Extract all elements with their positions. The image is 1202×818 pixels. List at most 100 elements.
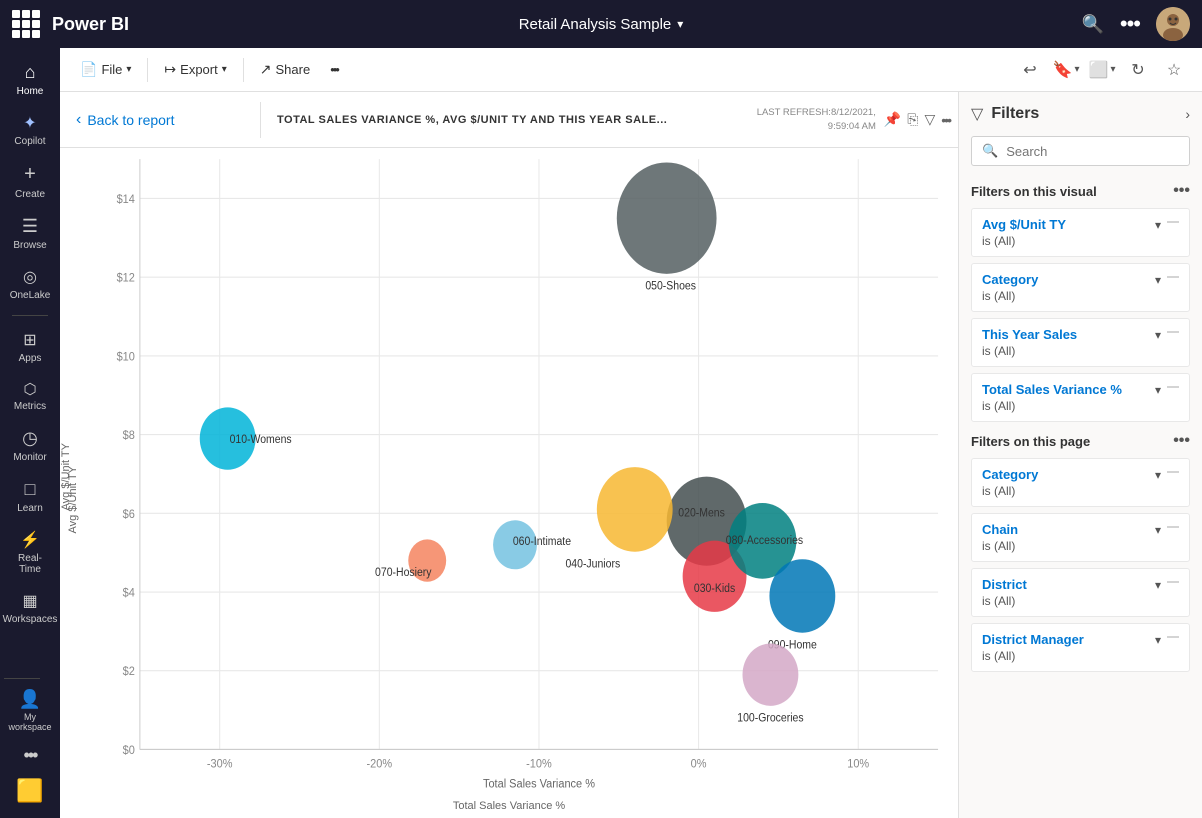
toolbar-right: ↩ 🔖▾ ⬜▾ ↻ ☆ [1014, 54, 1190, 86]
filter-chevron-icon[interactable]: ▾ [1155, 383, 1161, 397]
svg-text:0%: 0% [691, 757, 707, 771]
sidebar-item-workspaces[interactable]: ▦ Workspaces [4, 585, 56, 631]
more-visual-icon[interactable]: ••• [941, 112, 950, 128]
filter-clear-icon[interactable]: ⎻ [1167, 217, 1179, 232]
bubble-050-Shoes[interactable] [617, 162, 717, 273]
sidebar-item-metrics-label: Metrics [14, 401, 46, 412]
filter-chevron-icon[interactable]: ▾ [1155, 468, 1161, 482]
svg-text:Total Sales Variance %: Total Sales Variance % [483, 777, 595, 791]
filter-item-chain[interactable]: Chain ▾ ⎻ is (All) [971, 513, 1190, 562]
bookmark-button[interactable]: 🔖▾ [1050, 54, 1082, 86]
filter-chevron-icon[interactable]: ▾ [1155, 218, 1161, 232]
sidebar-item-realtime[interactable]: ⚡ Real-Time [4, 524, 56, 581]
bubble-chart-svg: -30%-20%-10%0%10%$0$2$4$6$8$10$12$14010-… [90, 148, 958, 794]
copy-icon[interactable]: ⎘ [907, 111, 918, 128]
filter-icon[interactable]: ▽ [925, 111, 936, 128]
sidebar-item-browse[interactable]: ☰ Browse [4, 210, 56, 257]
filter-clear-icon[interactable]: ⎻ [1167, 327, 1179, 342]
share-button[interactable]: ↗ Share [252, 56, 318, 83]
visual-filters-more-icon[interactable]: ••• [1173, 182, 1190, 200]
svg-text:$14: $14 [117, 192, 136, 206]
filters-search-icon: 🔍 [982, 143, 998, 159]
filter-item-category[interactable]: Category ▾ ⎻ is (All) [971, 458, 1190, 507]
file-chevron-icon: ▾ [126, 64, 131, 75]
top-nav: Power BI Retail Analysis Sample ▾ 🔍 ••• [0, 0, 1202, 48]
filter-clear-icon[interactable]: ⎻ [1167, 382, 1179, 397]
sidebar-item-metrics[interactable]: ⬡ Metrics [4, 374, 56, 418]
svg-text:$2: $2 [123, 665, 135, 679]
back-to-report-button[interactable]: ‹ Back to report [76, 111, 174, 129]
filter-chevron-icon[interactable]: ▾ [1155, 328, 1161, 342]
svg-text:$4: $4 [123, 586, 136, 600]
sidebar-item-home[interactable]: ⌂ Home [4, 56, 56, 103]
onelake-icon: ◎ [23, 267, 37, 287]
sidebar-item-myworkspace[interactable]: 👤 My workspace [4, 683, 56, 739]
svg-text:-30%: -30% [207, 757, 233, 771]
sidebar-item-create[interactable]: + Create [4, 157, 56, 206]
filter-chevron-icon[interactable]: ▾ [1155, 273, 1161, 287]
more-toolbar-button[interactable]: ••• [322, 57, 346, 82]
bubble-label-050-Shoes: 050-Shoes [645, 280, 696, 293]
svg-text:$0: $0 [123, 743, 136, 757]
filters-expand-icon[interactable]: › [1185, 106, 1190, 122]
sidebar-item-monitor[interactable]: ◷ Monitor [4, 422, 56, 469]
filter-chevron-icon[interactable]: ▾ [1155, 633, 1161, 647]
search-icon[interactable]: 🔍 [1081, 14, 1103, 35]
workspaces-icon: ▦ [22, 591, 37, 611]
sidebar-item-learn-label: Learn [17, 503, 43, 514]
export-button[interactable]: ↦ Export ▾ [156, 56, 234, 83]
svg-text:$12: $12 [117, 271, 135, 285]
filter-clear-icon[interactable]: ⎻ [1167, 272, 1179, 287]
filter-item-total-sales-variance-%[interactable]: Total Sales Variance % ▾ ⎻ is (All) [971, 373, 1190, 422]
file-button[interactable]: 📄 File ▾ [72, 56, 139, 83]
waffle-menu[interactable] [12, 10, 40, 38]
sidebar-item-onelake[interactable]: ◎ OneLake [4, 261, 56, 307]
filter-clear-icon[interactable]: ⎻ [1167, 577, 1179, 592]
filter-panel-icon: ▽ [971, 104, 983, 124]
x-axis-label: Total Sales Variance % [453, 800, 565, 812]
myworkspace-icon: 👤 [19, 689, 41, 710]
page-filters-more-icon[interactable]: ••• [1173, 432, 1190, 450]
bubble-label-070-Hosiery: 070-Hosiery [375, 567, 432, 580]
favorites-button[interactable]: ☆ [1158, 54, 1190, 86]
pin-icon[interactable]: 📌 [884, 111, 901, 128]
filter-item-district-manager[interactable]: District Manager ▾ ⎻ is (All) [971, 623, 1190, 672]
breadcrumb-left: ‹ Back to report [60, 111, 260, 129]
bubble-label-060-Intimate: 060-Intimate [513, 535, 571, 548]
svg-text:10%: 10% [847, 757, 869, 771]
filter-item-this-year-sales[interactable]: This Year Sales ▾ ⎻ is (All) [971, 318, 1190, 367]
more-options-icon[interactable]: ••• [1120, 11, 1140, 37]
sidebar-item-learn[interactable]: □ Learn [4, 473, 56, 520]
filters-search-input[interactable] [1006, 144, 1179, 159]
filter-clear-icon[interactable]: ⎻ [1167, 632, 1179, 647]
title-chevron-icon[interactable]: ▾ [677, 17, 683, 31]
apps-icon: ⊞ [23, 330, 36, 350]
filter-clear-icon[interactable]: ⎻ [1167, 522, 1179, 537]
filter-chevron-icon[interactable]: ▾ [1155, 578, 1161, 592]
back-arrow-icon: ‹ [76, 111, 81, 129]
undo-button[interactable]: ↩ [1014, 54, 1046, 86]
svg-text:-10%: -10% [526, 757, 552, 771]
refresh-button[interactable]: ↻ [1122, 54, 1154, 86]
bubble-100-Groceries[interactable] [742, 643, 798, 705]
toolbar-more-icon: ••• [330, 62, 338, 77]
sidebar-item-more[interactable]: ••• [4, 739, 56, 772]
page-filters-list: Category ▾ ⎻ is (All) Chain ▾ ⎻ is (All)… [971, 458, 1190, 672]
toolbar-separator-1 [147, 58, 148, 82]
bubble-090-Home[interactable] [769, 559, 835, 633]
filter-clear-icon[interactable]: ⎻ [1167, 467, 1179, 482]
sidebar-item-realtime-label: Real-Time [8, 553, 52, 575]
filter-item-category[interactable]: Category ▾ ⎻ is (All) [971, 263, 1190, 312]
bubble-040-Juniors[interactable] [597, 467, 673, 552]
view-button[interactable]: ⬜▾ [1086, 54, 1118, 86]
filter-item-avg-$/unit-ty[interactable]: Avg $/Unit TY ▾ ⎻ is (All) [971, 208, 1190, 257]
filter-chevron-icon[interactable]: ▾ [1155, 523, 1161, 537]
filter-item-district[interactable]: District ▾ ⎻ is (All) [971, 568, 1190, 617]
top-nav-actions: 🔍 ••• [1081, 7, 1190, 41]
visual-filters-label: Filters on this visual [971, 184, 1097, 199]
sidebar-item-copilot[interactable]: ✦ Copilot [4, 107, 56, 153]
export-chevron-icon: ▾ [222, 64, 227, 75]
avatar[interactable] [1156, 7, 1190, 41]
sidebar-item-browse-label: Browse [13, 240, 46, 251]
sidebar-item-apps[interactable]: ⊞ Apps [4, 324, 56, 370]
